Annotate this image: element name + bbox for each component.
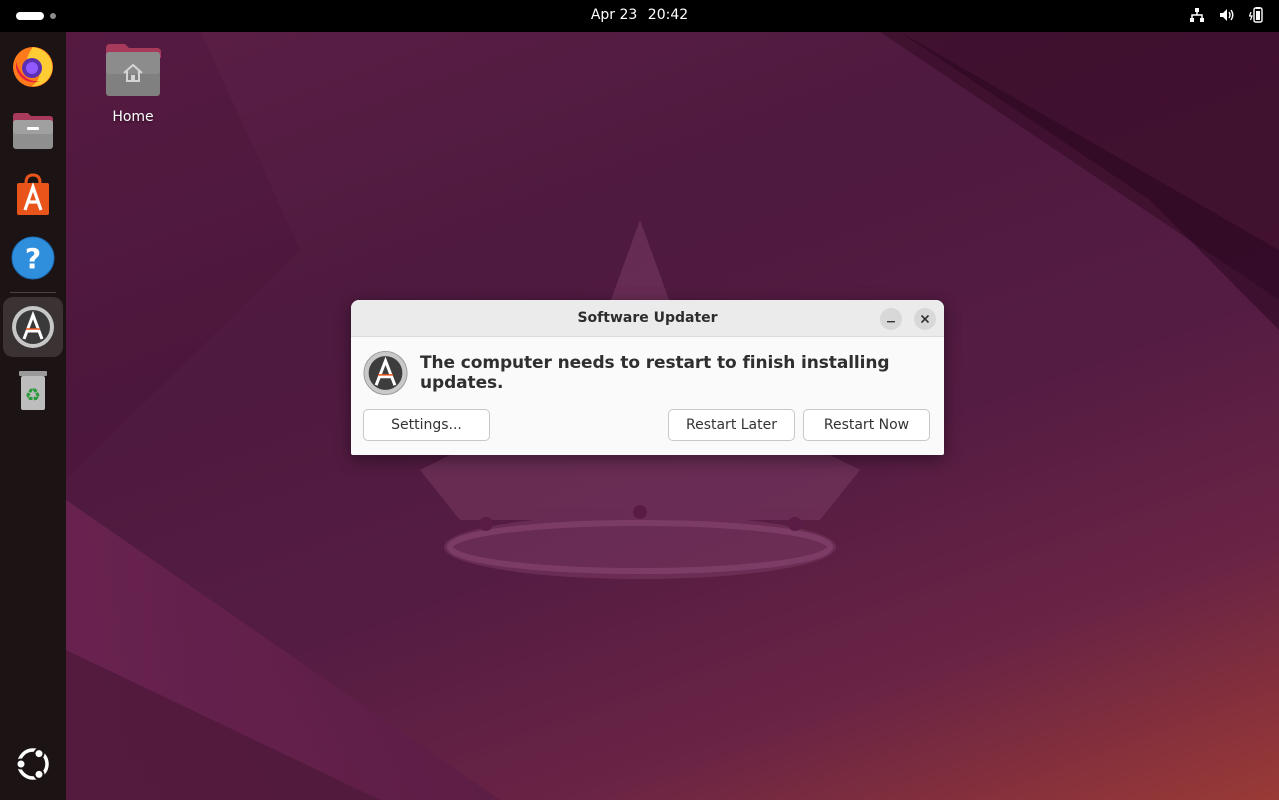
system-tray[interactable] — [1189, 7, 1265, 23]
dialog-title: Software Updater — [577, 310, 718, 326]
software-updater-dialog: Software Updater The computer needs to r… — [351, 300, 944, 455]
home-folder-icon — [106, 44, 161, 96]
dock-item-software-updater[interactable] — [3, 297, 63, 357]
firefox-icon — [13, 47, 53, 87]
dialog-titlebar[interactable]: Software Updater — [351, 300, 944, 337]
ubuntu-logo-icon — [15, 748, 49, 780]
desktop-home-label: Home — [112, 109, 154, 125]
dock-item-app-center[interactable] — [3, 164, 63, 224]
dock-item-trash[interactable]: ♻ — [3, 360, 63, 420]
minimize-icon — [887, 321, 895, 323]
dock-item-help[interactable]: ? — [3, 228, 63, 288]
dock-item-files[interactable] — [3, 100, 63, 160]
network-icon[interactable] — [1189, 7, 1205, 23]
show-apps-button[interactable] — [3, 734, 63, 794]
close-icon — [920, 314, 930, 324]
dialog-message: The computer needs to restart to finish … — [420, 353, 890, 393]
restart-later-button[interactable]: Restart Later — [668, 409, 795, 441]
software-updater-icon — [363, 350, 408, 396]
dock-item-firefox[interactable] — [3, 36, 63, 96]
close-button[interactable] — [914, 308, 936, 330]
dock: ? ♻ — [0, 32, 66, 800]
minimize-button[interactable] — [880, 308, 902, 330]
volume-icon[interactable] — [1219, 7, 1235, 23]
settings-button[interactable]: Settings... — [363, 409, 490, 441]
clock-date: Apr 23 — [590, 7, 638, 23]
desktop-home-icon[interactable]: Home — [98, 42, 168, 125]
svg-text:♻: ♻ — [25, 385, 41, 406]
trash-icon: ♻ — [19, 371, 47, 410]
top-bar: Apr 23 20:42 — [0, 0, 1279, 32]
clock-time: 20:42 — [647, 7, 689, 23]
app-center-icon — [17, 173, 49, 215]
clock[interactable]: Apr 23 20:42 — [0, 0, 1279, 32]
help-icon: ? — [11, 236, 55, 280]
battery-icon[interactable] — [1249, 7, 1265, 23]
files-icon — [13, 113, 53, 149]
svg-text:?: ? — [25, 242, 41, 275]
restart-now-button[interactable]: Restart Now — [803, 409, 930, 441]
dock-separator — [10, 292, 56, 293]
dialog-message-row: The computer needs to restart to finish … — [363, 349, 944, 397]
software-updater-icon — [12, 306, 54, 348]
